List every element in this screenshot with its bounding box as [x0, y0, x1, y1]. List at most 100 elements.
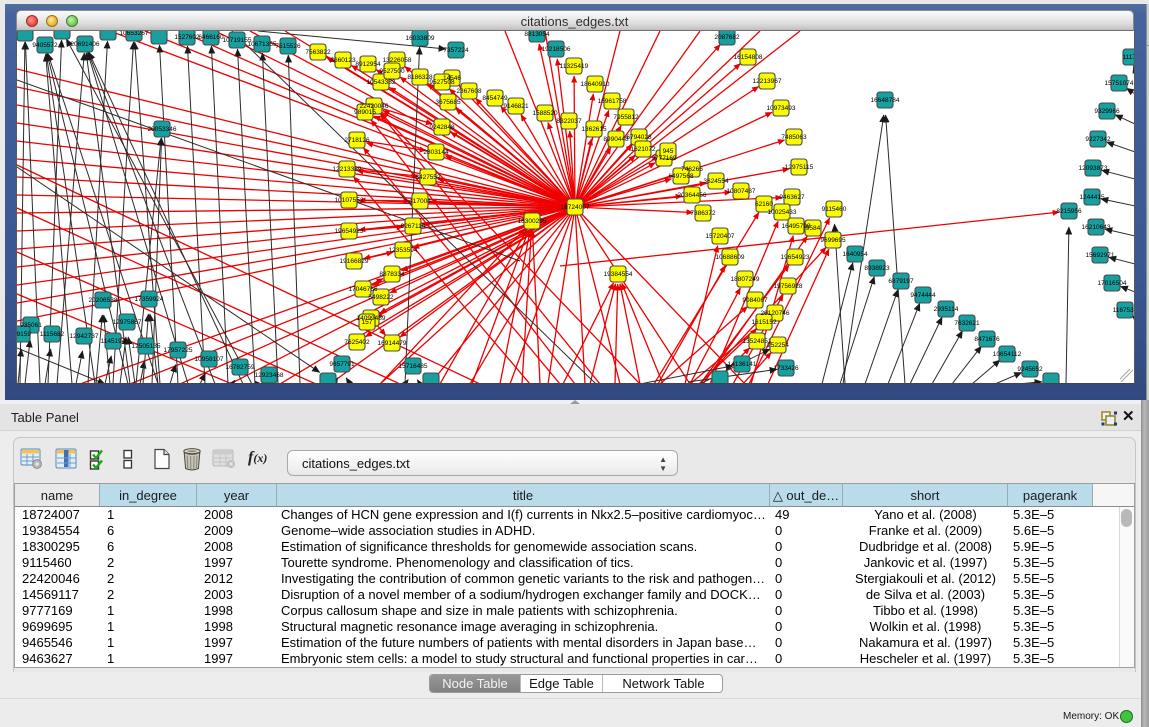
svg-text:2367608: 2367608: [456, 88, 482, 95]
svg-text:19166829: 19166829: [340, 258, 369, 265]
svg-text:6879197: 6879197: [888, 278, 914, 285]
svg-text:1640954: 1640954: [842, 251, 868, 258]
svg-text:1145194: 1145194: [101, 338, 126, 345]
svg-text:12923468: 12923468: [255, 372, 284, 379]
svg-text:7955812: 7955812: [613, 114, 639, 121]
svg-text:13226058: 13226058: [383, 57, 412, 64]
svg-text:14136141: 14136141: [728, 361, 757, 368]
svg-text:6466160: 6466160: [198, 34, 224, 41]
svg-text:8912954: 8912954: [355, 61, 381, 68]
svg-text:1167533: 1167533: [1113, 307, 1134, 314]
svg-text:1621072: 1621072: [630, 146, 656, 153]
svg-text:9474444: 9474444: [910, 292, 936, 299]
svg-text:19218506: 19218506: [542, 46, 571, 53]
svg-text:9329966: 9329966: [1094, 108, 1120, 115]
svg-text:7485063: 7485063: [781, 134, 807, 141]
svg-text:18807249: 18807249: [731, 276, 760, 283]
svg-text:9527500: 9527500: [379, 68, 405, 75]
svg-text:16210643: 16210643: [1082, 224, 1111, 231]
svg-text:9227342: 9227342: [1085, 136, 1111, 143]
svg-text:17046766: 17046766: [349, 286, 378, 293]
svg-text:9146821: 9146821: [503, 103, 529, 110]
svg-text:20206538: 20206538: [89, 297, 118, 304]
svg-text:252254: 252254: [767, 342, 789, 349]
svg-text:12942737: 12942737: [70, 333, 99, 340]
svg-text:8938923: 8938923: [864, 265, 890, 272]
svg-text:20364456: 20364456: [678, 192, 707, 199]
svg-text:12213967: 12213967: [753, 78, 782, 85]
svg-text:17957225: 17957225: [164, 347, 193, 354]
svg-text:10107553: 10107553: [335, 197, 364, 204]
svg-text:10958107: 10958107: [195, 356, 224, 363]
svg-text:12975115: 12975115: [785, 164, 814, 171]
svg-text:16961758: 16961758: [598, 98, 627, 105]
svg-text:12505135: 12505135: [132, 343, 161, 350]
svg-text:10807487: 10807487: [727, 188, 756, 195]
svg-text:10671355: 10671355: [248, 41, 277, 48]
svg-text:8215956: 8215956: [1056, 208, 1082, 215]
svg-text:935061: 935061: [20, 322, 42, 329]
svg-text:15716485: 15716485: [399, 363, 428, 370]
svg-text:16782759: 16782759: [226, 364, 255, 371]
svg-text:1115682: 1115682: [40, 331, 65, 338]
svg-text:7515526: 7515526: [275, 43, 301, 50]
svg-text:8813054: 8813054: [524, 31, 550, 38]
svg-text:1362615: 1362615: [581, 126, 607, 133]
svg-text:9463627: 9463627: [779, 194, 805, 201]
svg-text:746266: 746266: [681, 166, 703, 173]
svg-text:20053346: 20053346: [148, 126, 177, 133]
svg-text:18640910: 18640910: [581, 81, 610, 88]
svg-text:7386372: 7386372: [690, 210, 716, 217]
svg-text:62160: 62160: [755, 201, 773, 208]
svg-text:10653267: 10653267: [120, 31, 149, 37]
svg-text:12093873: 12093873: [1079, 165, 1108, 172]
svg-text:3675685: 3675685: [435, 99, 461, 106]
svg-text:7563822: 7563822: [305, 49, 331, 56]
svg-text:1244415: 1244415: [1079, 194, 1105, 201]
svg-text:16033809: 16033809: [406, 35, 435, 42]
svg-text:10654112: 10654112: [993, 351, 1022, 358]
svg-text:8990448: 8990448: [603, 136, 629, 143]
svg-text:9245652: 9245652: [1017, 366, 1043, 373]
svg-text:10973493: 10973493: [767, 105, 796, 112]
svg-text:16914479: 16914479: [378, 340, 407, 347]
svg-text:1733426: 1733426: [773, 365, 799, 372]
svg-text:1527602: 1527602: [174, 34, 200, 41]
svg-text:8878334: 8878334: [379, 271, 405, 278]
svg-text:19654923: 19654923: [335, 228, 364, 235]
svg-text:9084067: 9084067: [742, 297, 768, 304]
svg-text:15692971: 15692971: [1086, 252, 1115, 259]
svg-text:989015: 989015: [354, 109, 376, 116]
svg-text:7357224: 7357224: [443, 47, 469, 54]
svg-text:15751074: 15751074: [1105, 80, 1134, 87]
svg-text:1588520: 1588520: [532, 110, 558, 117]
svg-text:9584: 9584: [806, 225, 821, 232]
svg-text:20120746: 20120746: [761, 310, 790, 317]
svg-text:8427552: 8427552: [415, 174, 441, 181]
svg-text:9699695: 9699695: [820, 237, 846, 244]
svg-text:9405572: 9405572: [32, 42, 58, 49]
svg-text:8471676: 8471676: [974, 336, 1000, 343]
svg-text:1615152: 1615152: [751, 319, 777, 326]
svg-text:17016504: 17016504: [1098, 280, 1127, 287]
svg-text:2718126: 2718126: [344, 137, 370, 144]
svg-text:12213389: 12213389: [333, 166, 362, 173]
svg-text:5498222: 5498222: [368, 294, 394, 301]
svg-text:2803144: 2803144: [423, 149, 449, 156]
svg-text:2935114: 2935114: [934, 306, 959, 313]
svg-text:8454749: 8454749: [482, 95, 508, 102]
svg-text:3624554: 3624554: [703, 178, 729, 185]
svg-text:9115460: 9115460: [822, 206, 847, 213]
svg-text:12975867: 12975867: [113, 319, 142, 326]
svg-text:7632621: 7632621: [954, 320, 980, 327]
svg-text:10543382: 10543382: [367, 79, 396, 86]
svg-text:19654923: 19654923: [781, 254, 810, 261]
svg-text:11174: 11174: [1122, 54, 1134, 61]
svg-text:16154808: 16154808: [734, 54, 763, 61]
svg-text:9242848: 9242848: [429, 124, 455, 131]
svg-text:19756928: 19756928: [774, 283, 803, 290]
svg-text:18300295: 18300295: [518, 218, 547, 225]
svg-text:11325419: 11325419: [560, 63, 589, 70]
svg-text:18724007: 18724007: [561, 204, 590, 211]
svg-text:8322037: 8322037: [556, 118, 582, 125]
